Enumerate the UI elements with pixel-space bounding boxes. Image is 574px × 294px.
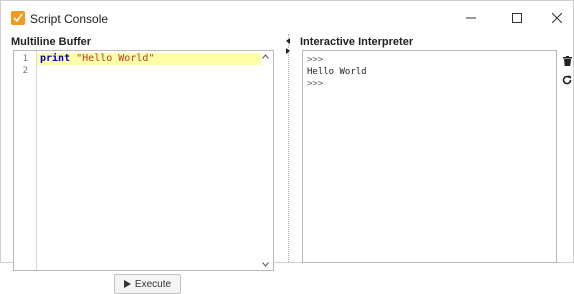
maximize-button[interactable]	[494, 1, 540, 34]
close-icon	[551, 12, 562, 23]
code-keyword: print	[40, 53, 71, 64]
minimize-button[interactable]	[448, 1, 494, 34]
interpreter-text: >>> Hello World >>>	[307, 54, 367, 90]
prompt-line: >>>	[307, 55, 324, 65]
splitter-line	[288, 34, 289, 262]
script-console-icon	[11, 11, 25, 25]
title-bar: Script Console	[1, 1, 573, 34]
prompt-line: >>>	[307, 79, 324, 89]
code-line: print "Hello World"	[40, 53, 154, 65]
code-editor[interactable]: 1 2 print "Hello World"	[13, 50, 274, 271]
maximize-icon	[512, 12, 522, 23]
reset-button[interactable]	[560, 73, 574, 87]
interactive-interpreter-title: Interactive Interpreter	[300, 36, 414, 48]
line-number: 1	[22, 54, 28, 64]
execute-button[interactable]: Execute	[114, 274, 181, 294]
trash-icon	[562, 56, 572, 66]
output-line: Hello World	[307, 67, 367, 77]
multiline-buffer-title: Multiline Buffer	[11, 36, 92, 48]
minimize-icon	[466, 17, 476, 18]
play-icon	[123, 280, 131, 288]
multiline-buffer-pane: Multiline Buffer 1 2 print "Hello World"…	[1, 34, 285, 294]
clear-button[interactable]	[560, 54, 574, 68]
window-title: Script Console	[30, 12, 109, 26]
code-string: "Hello World"	[76, 53, 155, 64]
refresh-icon	[562, 75, 572, 85]
interpreter-output[interactable]: >>> Hello World >>>	[302, 50, 557, 263]
interactive-interpreter-pane: Interactive Interpreter >>> Hello World …	[290, 34, 574, 263]
line-number: 2	[22, 66, 28, 76]
close-button[interactable]	[540, 1, 573, 34]
scroll-up-icon[interactable]	[262, 54, 269, 59]
execute-label: Execute	[134, 278, 172, 290]
script-console-window: Script Console Multiline Buffer 1 2 prin…	[0, 0, 574, 294]
line-number-gutter: 1 2	[14, 51, 37, 270]
